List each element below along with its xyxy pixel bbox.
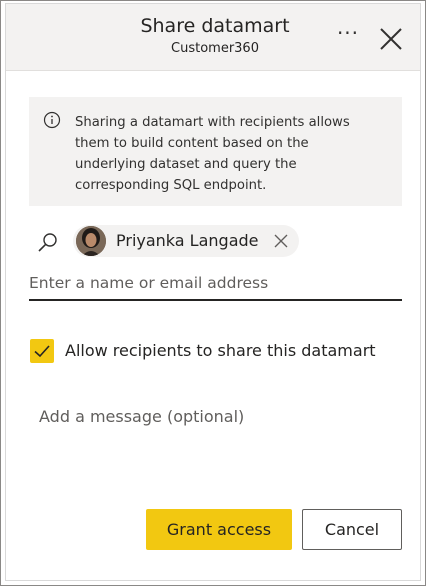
- cancel-button[interactable]: Cancel: [302, 509, 402, 550]
- avatar: [76, 226, 106, 256]
- recipient-name: Priyanka Langade: [116, 231, 259, 250]
- dialog-title: Share datamart: [140, 15, 290, 37]
- info-message-bar: Sharing a datamart with recipients allow…: [29, 97, 402, 206]
- dialog-subtitle: Customer360: [171, 41, 259, 56]
- info-text: Sharing a datamart with recipients allow…: [75, 115, 350, 193]
- remove-recipient-button[interactable]: [272, 232, 290, 250]
- checkmark-icon: [34, 345, 50, 358]
- close-icon: [380, 28, 402, 50]
- more-icon: ···: [336, 21, 360, 45]
- grant-access-button[interactable]: Grant access: [146, 509, 292, 550]
- search-icon: [38, 233, 57, 252]
- recipient-chip[interactable]: Priyanka Langade: [73, 225, 299, 257]
- close-icon: [274, 234, 288, 248]
- message-input[interactable]: [29, 399, 402, 489]
- close-button[interactable]: [377, 25, 405, 53]
- more-options-button[interactable]: ···: [335, 23, 361, 49]
- info-icon: [43, 111, 61, 129]
- recipient-search-input[interactable]: [29, 267, 402, 301]
- share-datamart-dialog: Share datamart Customer360 ··· Sharing a…: [0, 0, 426, 586]
- allow-reshare-checkbox[interactable]: [30, 339, 54, 363]
- allow-reshare-label[interactable]: Allow recipients to share this datamart: [65, 341, 376, 360]
